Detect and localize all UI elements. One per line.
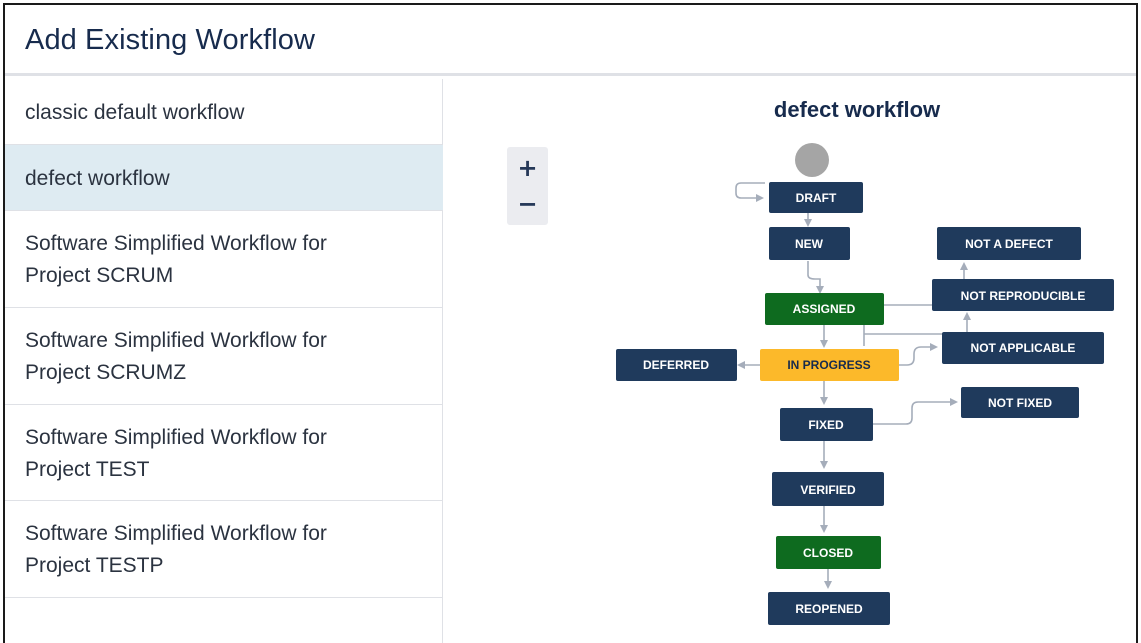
status-not-reproducible[interactable]: NOT REPRODUCIBLE [932, 279, 1114, 311]
workflow-item-label: Software Simplified Workflow for Project… [25, 426, 327, 481]
status-draft-label: DRAFT [796, 191, 837, 205]
status-draft[interactable]: DRAFT [769, 182, 863, 213]
workflow-diagram: DRAFT NEW ASSIGNED IN PROGRESS DEFERRED [616, 143, 1114, 625]
start-node-circle [795, 143, 829, 177]
status-not-a-defect-label: NOT A DEFECT [965, 237, 1053, 251]
status-verified-label: VERIFIED [800, 483, 856, 497]
status-fixed-label: FIXED [808, 418, 844, 432]
status-assigned[interactable]: ASSIGNED [765, 293, 884, 325]
status-not-fixed[interactable]: NOT FIXED [961, 387, 1079, 418]
workflow-list: classic default workflow defect workflow… [5, 79, 443, 643]
status-reopened-label: REOPENED [795, 602, 863, 616]
workflow-item-scrumz[interactable]: Software Simplified Workflow for Project… [5, 308, 443, 405]
status-in-progress[interactable]: IN PROGRESS [760, 349, 899, 381]
status-not-fixed-label: NOT FIXED [988, 396, 1052, 410]
add-existing-workflow-dialog: Add Existing Workflow classic default wo… [3, 3, 1138, 643]
workflow-item-scrum[interactable]: Software Simplified Workflow for Project… [5, 211, 443, 308]
workflow-item-label: classic default workflow [25, 101, 245, 124]
status-fixed[interactable]: FIXED [780, 408, 873, 441]
workflow-item-defect[interactable]: defect workflow [5, 145, 443, 211]
to-not-fixed-arrow [873, 398, 958, 425]
status-closed-label: CLOSED [803, 546, 853, 560]
status-not-applicable[interactable]: NOT APPLICABLE [942, 332, 1104, 364]
workflow-item-label: Software Simplified Workflow for Project… [25, 522, 327, 577]
status-deferred-label: DEFERRED [643, 358, 709, 372]
workflow-item-label: defect workflow [25, 167, 170, 190]
status-assigned-label: ASSIGNED [793, 302, 856, 316]
dialog-title: Add Existing Workflow [25, 24, 316, 56]
status-closed[interactable]: CLOSED [776, 536, 881, 569]
status-in-progress-label: IN PROGRESS [787, 358, 870, 372]
status-reopened[interactable]: REOPENED [768, 592, 890, 625]
workflow-item-label: Software Simplified Workflow for Project… [25, 329, 327, 384]
workflow-item-classic-default[interactable]: classic default workflow [5, 79, 443, 145]
status-not-applicable-label: NOT APPLICABLE [971, 341, 1076, 355]
status-deferred[interactable]: DEFERRED [616, 349, 737, 381]
workflow-item-testp[interactable]: Software Simplified Workflow for Project… [5, 501, 443, 598]
workflow-item-label: Software Simplified Workflow for Project… [25, 232, 327, 287]
status-not-a-defect[interactable]: NOT A DEFECT [937, 227, 1081, 260]
status-new-label: NEW [795, 237, 824, 251]
workflow-preview-panel: defect workflow + − DRAFT NEW ASSIGNED I… [444, 79, 1136, 643]
status-verified[interactable]: VERIFIED [772, 472, 884, 506]
dialog-header: Add Existing Workflow [5, 5, 1136, 76]
workflow-item-test[interactable]: Software Simplified Workflow for Project… [5, 405, 443, 501]
to-not-applicable-arrow [899, 343, 938, 366]
status-new[interactable]: NEW [769, 227, 850, 260]
initial-transition-arrow [735, 182, 765, 202]
status-not-reproducible-label: NOT REPRODUCIBLE [961, 289, 1086, 303]
new-to-assigned-arrow [807, 261, 824, 294]
